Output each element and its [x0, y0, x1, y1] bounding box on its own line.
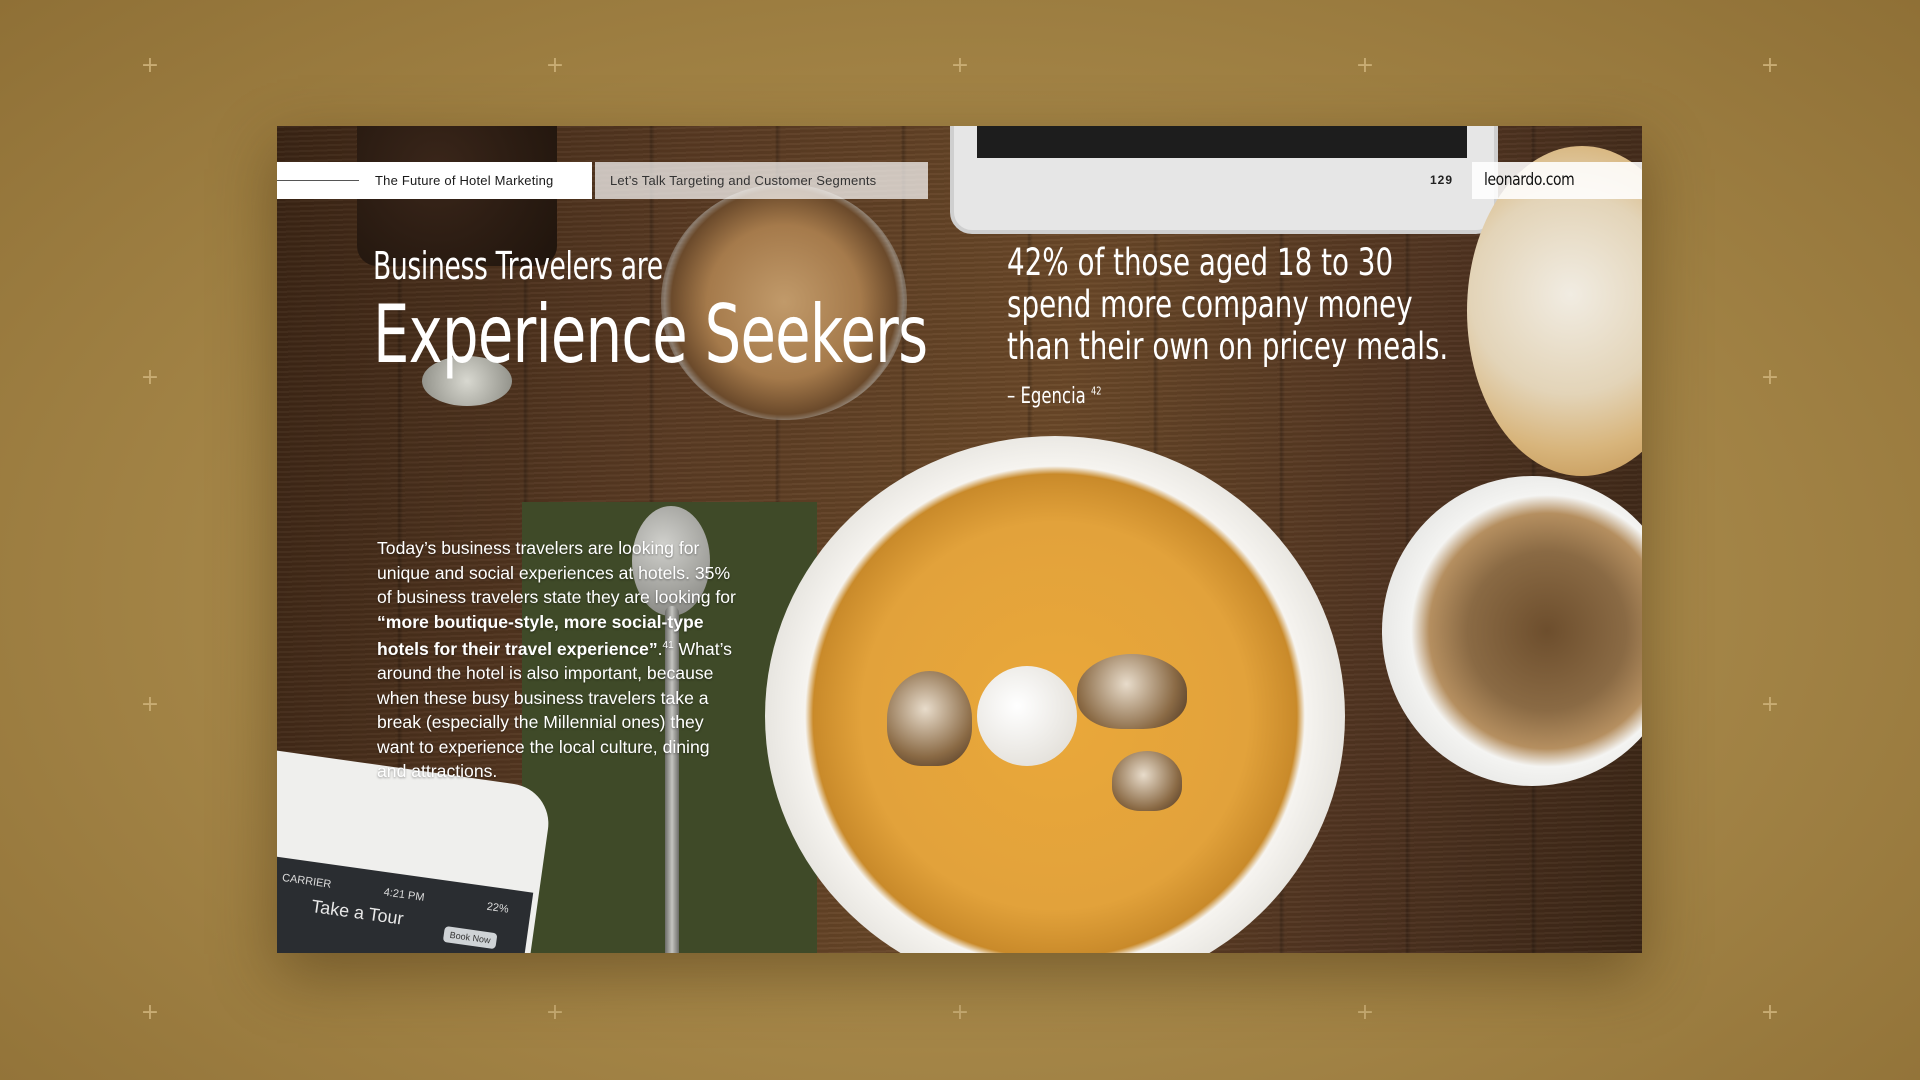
mushroom-image — [887, 671, 972, 766]
brand-logo-text: leonardo.com — [1484, 170, 1575, 190]
plus-icon: + — [950, 53, 970, 78]
plus-icon: + — [1760, 1000, 1780, 1025]
body-text-part2: What’s around the hotel is also importan… — [377, 638, 732, 782]
tablet-screen — [977, 126, 1467, 158]
plus-icon: + — [140, 692, 160, 717]
body-paragraph: Today’s business travelers are looking f… — [377, 536, 742, 784]
plus-icon: + — [1760, 365, 1780, 390]
plus-icon: + — [545, 1000, 565, 1025]
body-bold-quote: “more boutique-style, more social-type h… — [377, 611, 704, 659]
plus-icon: + — [140, 365, 160, 390]
quote-footnote-ref: 42 — [1091, 384, 1102, 398]
body-footnote-ref: 41 — [662, 640, 674, 651]
headline-main: Experience Seekers — [373, 288, 928, 381]
magazine-page: CARRIER 4:21 PM 22% Take a Tour Book Now… — [277, 126, 1642, 953]
mushroom-image — [1112, 751, 1182, 811]
plus-icon: + — [140, 1000, 160, 1025]
plus-icon: + — [545, 53, 565, 78]
plus-icon: + — [140, 53, 160, 78]
mushroom-image — [1077, 654, 1187, 729]
header-rule — [277, 180, 359, 181]
cream-dollop-image — [977, 666, 1077, 766]
plus-icon: + — [1760, 692, 1780, 717]
plus-icon: + — [1760, 53, 1780, 78]
pull-quote: 42% of those aged 18 to 30 spend more co… — [1007, 241, 1449, 368]
plus-icon: + — [950, 1000, 970, 1025]
headline-kicker: Business Travelers are — [373, 244, 663, 288]
pull-quote-source: – Egencia 42 — [1007, 384, 1102, 409]
plus-icon: + — [1355, 1000, 1375, 1025]
body-text-part1: Today’s business travelers are looking f… — [377, 538, 736, 607]
plus-icon: + — [1355, 53, 1375, 78]
quote-source-name: – Egencia — [1007, 384, 1086, 409]
page-number: 129 — [1430, 173, 1454, 187]
publication-title: The Future of Hotel Marketing — [375, 173, 554, 188]
section-title: Let’s Talk Targeting and Customer Segmen… — [610, 173, 877, 188]
